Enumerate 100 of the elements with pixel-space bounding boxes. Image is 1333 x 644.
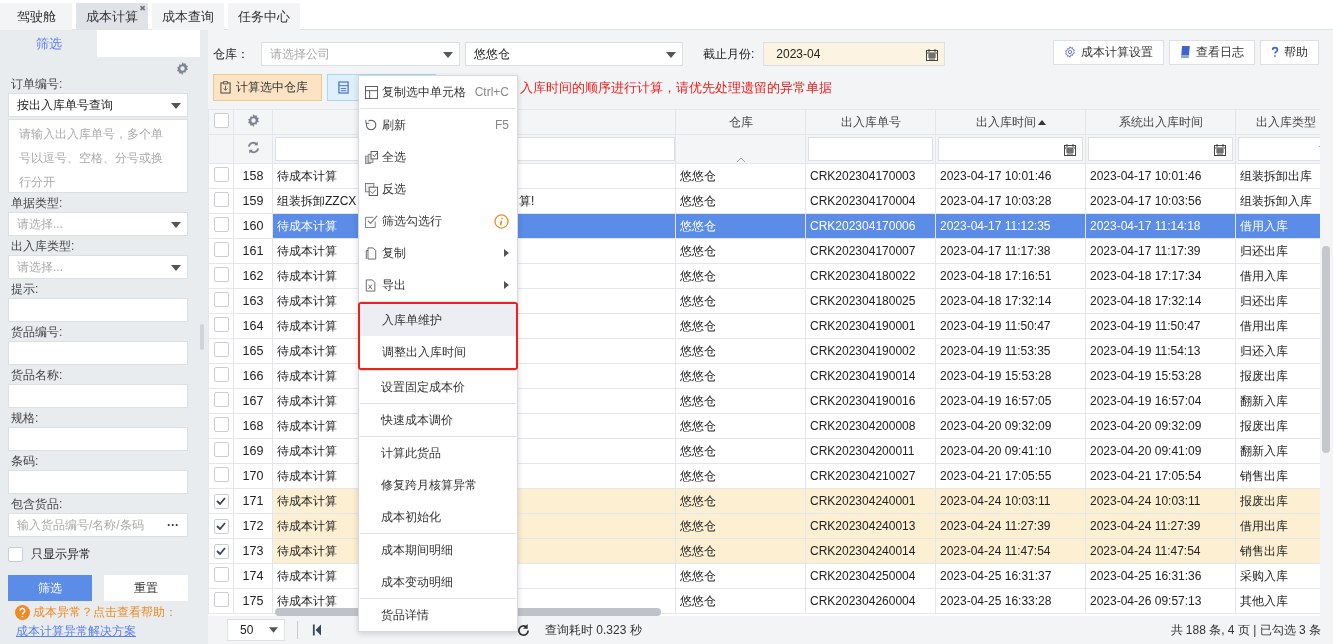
table-cell: 报废出库	[1235, 488, 1320, 514]
table-cell: 悠悠仓	[675, 363, 806, 389]
table-cell: CRK202304260004	[805, 588, 936, 614]
table-cell: 翻新入库	[1235, 388, 1320, 414]
field-label: 规格:	[10, 410, 40, 427]
table-cell: CRK202304170003	[805, 163, 936, 189]
table-cell: 2023-04-24 11:27:39	[1085, 513, 1236, 539]
table-cell: 2023-04-24 11:47:54	[1085, 538, 1236, 564]
table-cell: 悠悠仓	[675, 538, 806, 564]
table-cell: CRK202304170004	[805, 188, 936, 214]
table-cell: 销售出库	[1235, 538, 1320, 564]
table-cell: 2023-04-20 09:32:09	[1085, 413, 1236, 439]
status-text: 待成本计算	[277, 393, 337, 408]
table-cell: CRK202304180025	[805, 288, 936, 314]
field-label: 提示:	[10, 281, 40, 298]
status-text: 待成本计算	[277, 543, 337, 558]
table-cell: 2023-04-21 17:05:54	[1085, 463, 1236, 489]
status-text: 待成本计算	[277, 468, 337, 483]
table-cell: 2023-04-17 10:01:46	[1085, 163, 1236, 189]
table-cell: CRK202304170007	[805, 238, 936, 264]
status-text: 待成本计算	[277, 218, 337, 233]
table-cell: 悠悠仓	[675, 313, 806, 339]
status-text: 待成本计算	[277, 593, 337, 608]
status-text: 待成本计算	[277, 568, 337, 583]
table-cell: 2023-04-20 09:41:10	[935, 438, 1086, 464]
table-cell: 2023-04-19 11:54:13	[1085, 338, 1236, 364]
status-text: 待成本计算	[277, 443, 337, 458]
field-label: 单据类型:	[10, 195, 64, 212]
table-cell: 2023-04-26 09:57:13	[1085, 588, 1236, 614]
table-cell: 2023-04-21 17:05:55	[935, 463, 1086, 489]
tab-label: 任务中心	[238, 7, 290, 26]
checkbox-label: 只显示异常	[31, 546, 91, 563]
table-cell: 悠悠仓	[675, 288, 806, 314]
table-cell: 其他入库	[1235, 588, 1320, 614]
table-cell: 采购入库	[1235, 563, 1320, 589]
table-cell: 悠悠仓	[675, 213, 806, 239]
table-cell: 翻新入库	[1235, 438, 1320, 464]
table-cell: 2023-04-17 11:14:18	[1085, 213, 1236, 239]
table-cell: 2023-04-19 11:50:47	[1085, 313, 1236, 339]
table-cell: 2023-04-17 10:03:28	[935, 188, 1086, 214]
table-cell: CRK202304190002	[805, 338, 936, 364]
table-cell: 借用出库	[1235, 313, 1320, 339]
table-cell: 借用入库	[1235, 213, 1320, 239]
status-text: 待成本计算	[277, 168, 337, 183]
table-cell: 2023-04-19 15:53:28	[1085, 363, 1236, 389]
field-label: 条码:	[10, 453, 40, 470]
table-cell: 2023-04-20 09:32:09	[935, 413, 1086, 439]
field-label: 货品名称:	[10, 367, 64, 384]
status-text: 待成本计算	[277, 243, 337, 258]
table-cell: 报废出库	[1235, 413, 1320, 439]
tab-label: 成本计算	[86, 7, 138, 26]
table-cell: 2023-04-18 17:17:34	[1085, 263, 1236, 289]
table-cell: 悠悠仓	[675, 338, 806, 364]
table-cell: CRK202304190014	[805, 363, 936, 389]
table-cell: 悠悠仓	[675, 238, 806, 264]
table-cell: 2023-04-24 10:03:11	[1085, 488, 1236, 514]
table-cell: CRK202304210027	[805, 463, 936, 489]
field-label: 订单编号:	[10, 76, 64, 93]
field-label: 出入库类型:	[10, 238, 76, 255]
table-cell: 2023-04-17 10:03:56	[1085, 188, 1236, 214]
table-cell: 2023-04-25 16:33:28	[935, 588, 1086, 614]
table-cell: 2023-04-18 17:32:14	[935, 288, 1086, 314]
help-tip: 成本异常？点击查看帮助：	[33, 604, 177, 621]
table-cell: 悠悠仓	[675, 188, 806, 214]
table-cell: CRK202304240013	[805, 513, 936, 539]
status-text: 待成本计算	[277, 343, 337, 358]
table-cell: 2023-04-19 16:57:04	[1085, 388, 1236, 414]
table-cell: 悠悠仓	[675, 563, 806, 589]
table-cell: CRK202304250004	[805, 563, 936, 589]
table-cell: 2023-04-24 10:03:11	[935, 488, 1086, 514]
table-cell: 悠悠仓	[675, 263, 806, 289]
table-cell: 2023-04-24 11:47:54	[935, 538, 1086, 564]
table-cell: 归还出库	[1235, 288, 1320, 314]
table-cell: 2023-04-25 16:31:36	[1085, 563, 1236, 589]
table-cell: 2023-04-25 16:31:37	[935, 563, 1086, 589]
table-cell: 销售出库	[1235, 463, 1320, 489]
status-text: 待成本计算	[277, 493, 337, 508]
table-cell: 2023-04-18 17:16:51	[935, 263, 1086, 289]
tab-label: 成本查询	[162, 7, 214, 26]
table-cell: 2023-04-17 11:17:39	[1085, 238, 1236, 264]
table-cell: 2023-04-17 11:12:35	[935, 213, 1086, 239]
table-cell: 归还入库	[1235, 338, 1320, 364]
table-cell: CRK202304200011	[805, 438, 936, 464]
warning-message: 入库时间的顺序进行计算，请优先处理遗留的异常单据	[520, 78, 832, 97]
table-cell: CRK202304180022	[805, 263, 936, 289]
table-cell: 2023-04-19 16:57:05	[935, 388, 1086, 414]
table-cell: 2023-04-17 11:17:38	[935, 238, 1086, 264]
table-cell: CRK202304190001	[805, 313, 936, 339]
table-cell: 悠悠仓	[675, 463, 806, 489]
table-cell: 借用入库	[1235, 263, 1320, 289]
status-text: 待成本计算	[277, 518, 337, 533]
status-text: 待成本计算	[277, 418, 337, 433]
status-text: 算!	[519, 192, 535, 210]
table-cell: 2023-04-19 11:53:35	[935, 338, 1086, 364]
status-text: 待成本计算	[277, 293, 337, 308]
table-cell: 悠悠仓	[675, 163, 806, 189]
table-cell: 悠悠仓	[675, 438, 806, 464]
table-cell: 报废出库	[1235, 363, 1320, 389]
table-cell: CRK202304190016	[805, 388, 936, 414]
shortcut-hint: F5	[495, 118, 509, 132]
